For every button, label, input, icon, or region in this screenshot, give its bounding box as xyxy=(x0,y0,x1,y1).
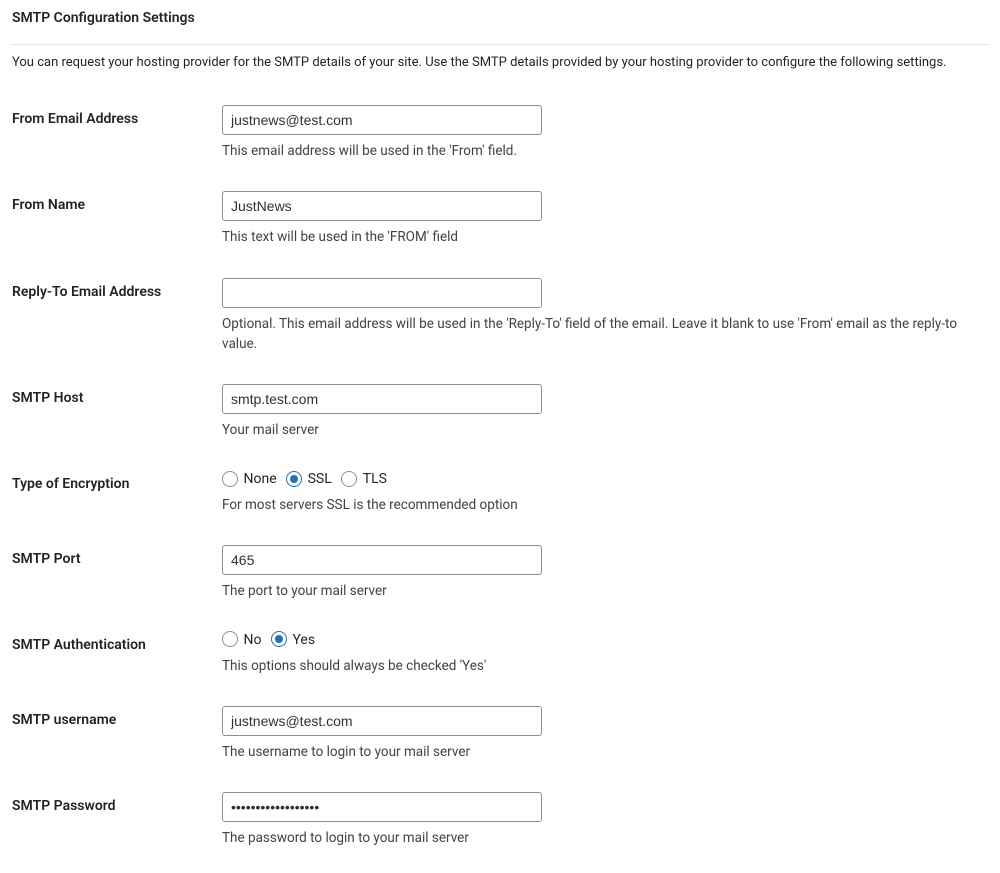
smtp-auth-description: This options should always be checked 'Y… xyxy=(222,656,978,676)
smtp-port-label: SMTP Port xyxy=(12,530,222,616)
encryption-description: For most servers SSL is the recommended … xyxy=(222,495,978,515)
smtp-user-description: The username to login to your mail serve… xyxy=(222,742,978,762)
from-email-input[interactable] xyxy=(222,105,542,135)
reply-to-label: Reply-To Email Address xyxy=(12,263,222,370)
smtp-port-description: The port to your mail server xyxy=(222,581,978,601)
smtp-user-input[interactable] xyxy=(222,706,542,736)
smtp-auth-no-label[interactable]: No xyxy=(243,632,261,648)
encryption-ssl-label[interactable]: SSL xyxy=(308,471,332,487)
smtp-port-input[interactable] xyxy=(222,545,542,575)
smtp-user-label: SMTP username xyxy=(12,691,222,777)
smtp-auth-yes-radio[interactable] xyxy=(271,631,287,647)
intro-text: You can request your hosting provider fo… xyxy=(12,44,988,85)
encryption-tls-label[interactable]: TLS xyxy=(363,471,387,487)
smtp-pass-label: SMTP Password xyxy=(12,777,222,863)
smtp-auth-no-radio[interactable] xyxy=(222,631,238,647)
smtp-host-label: SMTP Host xyxy=(12,369,222,455)
settings-form-table: From Email Address This email address wi… xyxy=(12,90,988,863)
smtp-auth-yes-label[interactable]: Yes xyxy=(292,632,315,648)
from-name-label: From Name xyxy=(12,176,222,262)
from-email-description: This email address will be used in the '… xyxy=(222,141,978,161)
smtp-host-description: Your mail server xyxy=(222,420,978,440)
encryption-none-label[interactable]: None xyxy=(243,471,276,487)
smtp-pass-description: The password to login to your mail serve… xyxy=(222,828,978,848)
from-email-label: From Email Address xyxy=(12,90,222,176)
encryption-none-radio[interactable] xyxy=(222,471,238,487)
from-name-input[interactable] xyxy=(222,191,542,221)
reply-to-input[interactable] xyxy=(222,278,542,308)
section-heading: SMTP Configuration Settings xyxy=(12,10,988,34)
from-name-description: This text will be used in the 'FROM' fie… xyxy=(222,227,978,247)
smtp-auth-label: SMTP Authentication xyxy=(12,616,222,691)
smtp-pass-input[interactable] xyxy=(222,792,542,822)
encryption-ssl-radio[interactable] xyxy=(286,471,302,487)
encryption-label: Type of Encryption xyxy=(12,455,222,530)
encryption-tls-radio[interactable] xyxy=(341,471,357,487)
smtp-host-input[interactable] xyxy=(222,384,542,414)
reply-to-description: Optional. This email address will be use… xyxy=(222,314,978,355)
